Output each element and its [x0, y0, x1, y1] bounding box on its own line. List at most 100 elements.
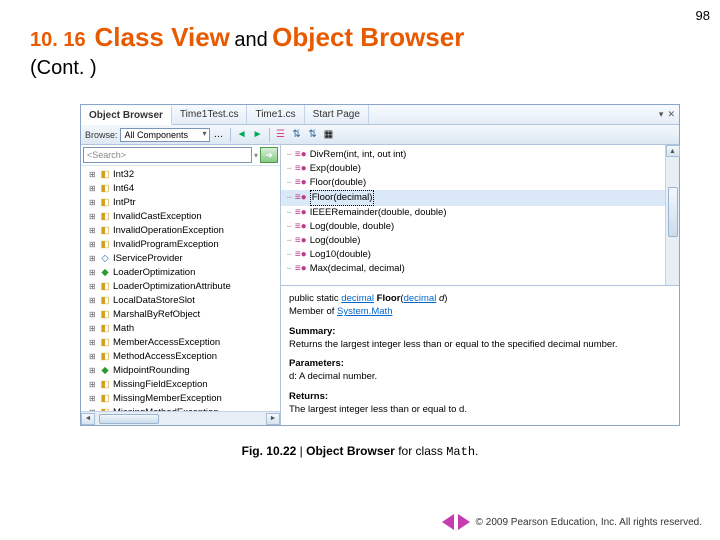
tab-start-page[interactable]: Start Page	[305, 105, 369, 124]
expander-icon[interactable]: ⊞	[89, 238, 97, 252]
tree-item[interactable]: ⊞◧InvalidOperationException	[81, 224, 280, 238]
tree-line-icon: ┄	[287, 262, 292, 276]
browse-combo[interactable]: All Components	[120, 128, 210, 142]
scroll-right-icon[interactable]: ►	[266, 413, 280, 425]
right-pane: ┄≡●DivRem(int, int, out int)┄≡●Exp(doubl…	[281, 145, 679, 425]
expander-icon[interactable]: ⊞	[89, 378, 97, 392]
scroll-up-icon[interactable]: ▲	[666, 145, 680, 157]
expander-icon[interactable]: ⊞	[89, 308, 97, 322]
member-item[interactable]: ┄≡●IEEERemainder(double, double)	[281, 206, 665, 220]
class-icon: ◧	[100, 394, 110, 404]
class-icon: ◧	[100, 170, 110, 180]
expander-icon[interactable]: ⊞	[89, 280, 97, 294]
settings-icon[interactable]: ☰	[274, 128, 288, 142]
tree-item[interactable]: ⊞◧MissingFieldException	[81, 378, 280, 392]
tree-item[interactable]: ⊞◧MethodAccessException	[81, 350, 280, 364]
grid-icon[interactable]: ▦	[322, 128, 336, 142]
type-link[interactable]: decimal	[341, 293, 374, 304]
forward-icon[interactable]: ►	[251, 128, 265, 142]
scroll-left-icon[interactable]: ◄	[81, 413, 95, 425]
expander-icon[interactable]: ⊞	[89, 322, 97, 336]
back-icon[interactable]: ◄	[235, 128, 249, 142]
expander-icon[interactable]: ⊞	[89, 392, 97, 406]
tree-item[interactable]: ⊞◧MemberAccessException	[81, 336, 280, 350]
tree-item[interactable]: ⊞◧MissingMemberException	[81, 392, 280, 406]
method-icon: ≡●	[295, 162, 307, 176]
method-icon: ≡●	[295, 206, 307, 220]
member-label: Floor(double)	[310, 176, 367, 190]
class-icon: ◧	[100, 282, 110, 292]
tree-item[interactable]: ⊞◆MidpointRounding	[81, 364, 280, 378]
tree-label: IServiceProvider	[113, 252, 183, 266]
member-label: Log(double)	[310, 234, 361, 248]
expander-icon[interactable]: ⊞	[89, 182, 97, 196]
member-item[interactable]: ┄≡●Log10(double)	[281, 248, 665, 262]
ellipsis-icon[interactable]: …	[212, 128, 226, 142]
tree-item[interactable]: ⊞◧LoaderOptimizationAttribute	[81, 280, 280, 294]
method-icon: ≡●	[295, 176, 307, 190]
expander-icon[interactable]: ⊞	[89, 210, 97, 224]
member-item[interactable]: ┄≡●Log(double)	[281, 234, 665, 248]
tab-object-browser[interactable]: Object Browser	[81, 106, 172, 125]
expander-icon[interactable]: ⊞	[89, 196, 97, 210]
tab-time1[interactable]: Time1.cs	[247, 105, 304, 124]
expander-icon[interactable]: ⊞	[89, 168, 97, 182]
member-of-link[interactable]: System.Math	[337, 306, 392, 317]
params-text: d: A decimal number.	[289, 370, 671, 383]
tree-item[interactable]: ⊞◧Int32	[81, 168, 280, 182]
tree-item[interactable]: ⊞◧InvalidProgramException	[81, 238, 280, 252]
scroll-thumb[interactable]	[99, 414, 159, 424]
method-icon: ≡●	[295, 248, 307, 262]
object-browser-window: Object Browser Time1Test.cs Time1.cs Sta…	[80, 104, 680, 426]
tree-item[interactable]: ⊞◇IServiceProvider	[81, 252, 280, 266]
expander-icon[interactable]: ⊞	[89, 364, 97, 378]
heading-part2: Object Browser	[272, 22, 464, 52]
expander-icon[interactable]: ⊞	[89, 252, 97, 266]
vertical-scrollbar[interactable]: ▲	[665, 145, 679, 285]
tree-line-icon: ┄	[287, 176, 292, 190]
tree-item[interactable]: ⊞◧LocalDataStoreSlot	[81, 294, 280, 308]
member-item[interactable]: ┄≡●Exp(double)	[281, 162, 665, 176]
member-item[interactable]: ┄≡●Floor(decimal)	[281, 190, 665, 206]
close-icon[interactable]: ✕	[667, 109, 675, 120]
heading-part1: Class View	[95, 22, 230, 52]
next-slide-icon[interactable]	[458, 514, 470, 530]
search-go-button[interactable]: ➜	[260, 147, 278, 163]
tree-item[interactable]: ⊞◧Int64	[81, 182, 280, 196]
prev-slide-icon[interactable]	[442, 514, 454, 530]
tree-item[interactable]: ⊞◧Math	[81, 322, 280, 336]
member-label: Floor(decimal)	[310, 190, 375, 206]
param-type-link[interactable]: decimal	[404, 293, 437, 304]
tree-item[interactable]: ⊞◧MarshalByRefObject	[81, 308, 280, 322]
separator	[230, 128, 231, 142]
expander-icon[interactable]: ⊞	[89, 266, 97, 280]
tree-label: Int64	[113, 182, 134, 196]
search-input[interactable]	[83, 147, 252, 163]
tree-item[interactable]: ⊞◧IntPtr	[81, 196, 280, 210]
member-item[interactable]: ┄≡●Floor(double)	[281, 176, 665, 190]
sort-icon[interactable]: ⇅	[290, 128, 304, 142]
scroll-thumb-v[interactable]	[668, 187, 678, 237]
tree-item[interactable]: ⊞◆LoaderOptimization	[81, 266, 280, 280]
expander-icon[interactable]: ⊞	[89, 224, 97, 238]
namespace-tree[interactable]: ⊞◧Int32⊞◧Int64⊞◧IntPtr⊞◧InvalidCastExcep…	[81, 166, 280, 411]
tab-dropdown-icon[interactable]: ▾	[659, 109, 664, 120]
tree-label: LoaderOptimizationAttribute	[113, 280, 231, 294]
tab-time1test[interactable]: Time1Test.cs	[172, 105, 248, 124]
member-item[interactable]: ┄≡●Max(decimal, decimal)	[281, 262, 665, 276]
expander-icon[interactable]: ⊞	[89, 336, 97, 350]
search-clear-icon[interactable]: ▾	[254, 151, 258, 160]
members-list[interactable]: ┄≡●DivRem(int, int, out int)┄≡●Exp(doubl…	[281, 145, 665, 285]
summary-text: Returns the largest integer less than or…	[289, 338, 671, 351]
tree-item[interactable]: ⊞◧InvalidCastException	[81, 210, 280, 224]
tree-label: InvalidProgramException	[113, 238, 219, 252]
sort2-icon[interactable]: ⇅	[306, 128, 320, 142]
member-item[interactable]: ┄≡●Log(double, double)	[281, 220, 665, 234]
horizontal-scrollbar[interactable]: ◄ ►	[81, 411, 280, 425]
expander-icon[interactable]: ⊞	[89, 350, 97, 364]
page-number: 98	[696, 8, 710, 23]
expander-icon[interactable]: ⊞	[89, 294, 97, 308]
class-icon: ◧	[100, 212, 110, 222]
member-item[interactable]: ┄≡●DivRem(int, int, out int)	[281, 148, 665, 162]
tree-line-icon: ┄	[287, 162, 292, 176]
